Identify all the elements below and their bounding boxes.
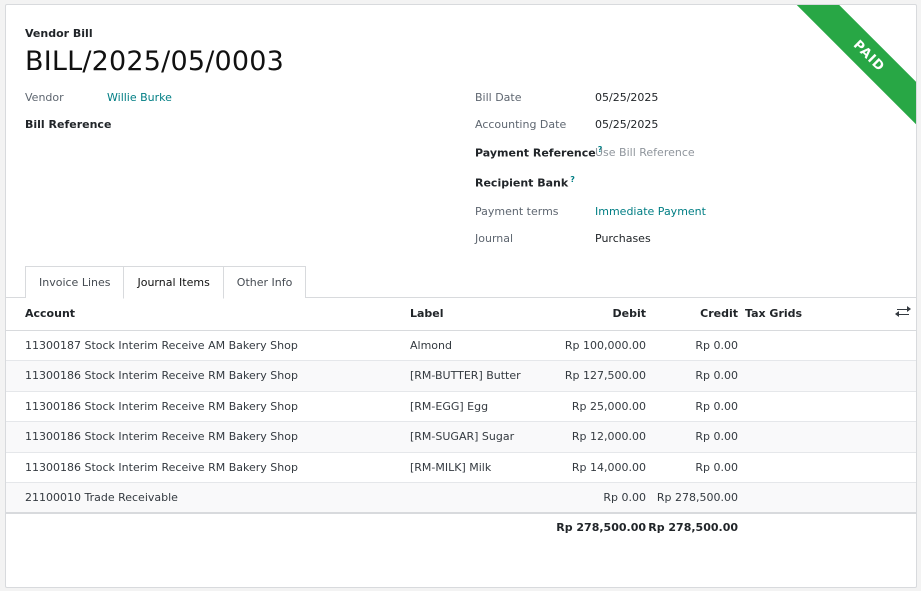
cell-debit: Rp 12,000.00 (550, 421, 646, 453)
totals-row: Rp 278,500.00 Rp 278,500.00 (6, 512, 916, 540)
cell-tax-grids (738, 330, 888, 361)
optional-columns-toggle[interactable] (888, 298, 916, 331)
cell-account: 11300187 Stock Interim Receive AM Bakery… (6, 330, 410, 361)
cell-credit: Rp 0.00 (646, 330, 738, 361)
cell-credit: Rp 0.00 (646, 421, 738, 453)
sliders-icon[interactable] (895, 306, 911, 318)
page-title: BILL/2025/05/0003 (25, 46, 285, 77)
cell-options (888, 452, 916, 483)
journal-items-table: Account Label Debit Credit Tax Grids 113… (6, 298, 916, 540)
cell-debit: Rp 100,000.00 (550, 330, 646, 361)
form-sheet: PAID Vendor Bill BILL/2025/05/0003 Vendo… (5, 4, 917, 588)
total-spacer (738, 512, 888, 540)
cell-label: [RM-MILK] Milk (410, 452, 550, 483)
bill-reference-label: Bill Reference (25, 118, 112, 131)
cell-debit: Rp 25,000.00 (550, 391, 646, 422)
total-debit: Rp 278,500.00 (550, 512, 646, 540)
cell-account: 11300186 Stock Interim Receive RM Bakery… (6, 391, 410, 422)
vendor-link[interactable]: Willie Burke (107, 91, 172, 104)
cell-tax-grids (738, 360, 888, 392)
payment-reference-input[interactable]: Use Bill Reference (595, 146, 695, 159)
payment-terms-label: Payment terms (475, 205, 559, 218)
cell-credit: Rp 0.00 (646, 360, 738, 392)
cell-debit: Rp 127,500.00 (550, 360, 646, 392)
table-row[interactable]: 11300186 Stock Interim Receive RM Bakery… (6, 452, 916, 483)
total-spacer (6, 512, 410, 540)
cell-label (410, 482, 550, 514)
table-header-row: Account Label Debit Credit Tax Grids (6, 298, 916, 331)
cell-debit: Rp 14,000.00 (550, 452, 646, 483)
status-ribbon-wrap: PAID (786, 5, 916, 135)
column-credit[interactable]: Credit (646, 298, 738, 331)
column-label[interactable]: Label (410, 298, 550, 331)
tab-invoice-lines[interactable]: Invoice Lines (25, 266, 125, 298)
cell-tax-grids (738, 452, 888, 483)
payment-reference-label-text: Payment Reference (475, 146, 596, 160)
table-row[interactable]: 11300186 Stock Interim Receive RM Bakery… (6, 391, 916, 422)
total-spacer (410, 512, 550, 540)
table-row[interactable]: 21100010 Trade Receivable Rp 0.00 Rp 278… (6, 482, 916, 514)
table-row[interactable]: 11300186 Stock Interim Receive RM Bakery… (6, 421, 916, 453)
total-spacer (888, 512, 916, 540)
notebook-tabs: Invoice Lines Journal Items Other Info (25, 266, 307, 299)
paid-ribbon: PAID (791, 5, 916, 134)
bill-date-value[interactable]: 05/25/2025 (595, 91, 658, 104)
cell-tax-grids (738, 421, 888, 453)
accounting-date-value[interactable]: 05/25/2025 (595, 118, 658, 131)
recipient-bank-label-text: Recipient Bank (475, 176, 569, 190)
tab-journal-items[interactable]: Journal Items (123, 266, 224, 299)
cell-options (888, 421, 916, 453)
column-account[interactable]: Account (6, 298, 410, 331)
cell-tax-grids (738, 391, 888, 422)
cell-account: 11300186 Stock Interim Receive RM Bakery… (6, 360, 410, 392)
cell-options (888, 482, 916, 514)
payment-terms-link[interactable]: Immediate Payment (595, 205, 706, 218)
cell-account: 11300186 Stock Interim Receive RM Bakery… (6, 452, 410, 483)
cell-credit: Rp 278,500.00 (646, 482, 738, 514)
vendor-label: Vendor (25, 91, 64, 104)
recipient-bank-label: Recipient Bank? (475, 175, 575, 190)
cell-debit: Rp 0.00 (550, 482, 646, 514)
cell-label: Almond (410, 330, 550, 361)
cell-credit: Rp 0.00 (646, 452, 738, 483)
cell-options (888, 360, 916, 392)
cell-label: [RM-SUGAR] Sugar (410, 421, 550, 453)
table-row[interactable]: 11300187 Stock Interim Receive AM Bakery… (6, 330, 916, 361)
payment-reference-label: Payment Reference? (475, 145, 602, 160)
total-credit: Rp 278,500.00 (646, 512, 738, 540)
column-debit[interactable]: Debit (550, 298, 646, 331)
help-icon[interactable]: ? (570, 175, 575, 184)
journal-label: Journal (475, 232, 514, 245)
cell-account: 11300186 Stock Interim Receive RM Bakery… (6, 421, 410, 453)
table-row[interactable]: 11300186 Stock Interim Receive RM Bakery… (6, 360, 916, 392)
cell-label: [RM-BUTTER] Butter (410, 360, 550, 392)
cell-account: 21100010 Trade Receivable (6, 482, 410, 514)
tab-other-info[interactable]: Other Info (222, 266, 307, 298)
bill-date-label: Bill Date (475, 91, 522, 104)
journal-value[interactable]: Purchases (595, 232, 651, 245)
cell-label: [RM-EGG] Egg (410, 391, 550, 422)
document-type: Vendor Bill (25, 27, 93, 40)
column-tax-grids[interactable]: Tax Grids (738, 298, 888, 331)
cell-credit: Rp 0.00 (646, 391, 738, 422)
cell-tax-grids (738, 482, 888, 514)
cell-options (888, 391, 916, 422)
accounting-date-label: Accounting Date (475, 118, 567, 131)
cell-options (888, 330, 916, 361)
